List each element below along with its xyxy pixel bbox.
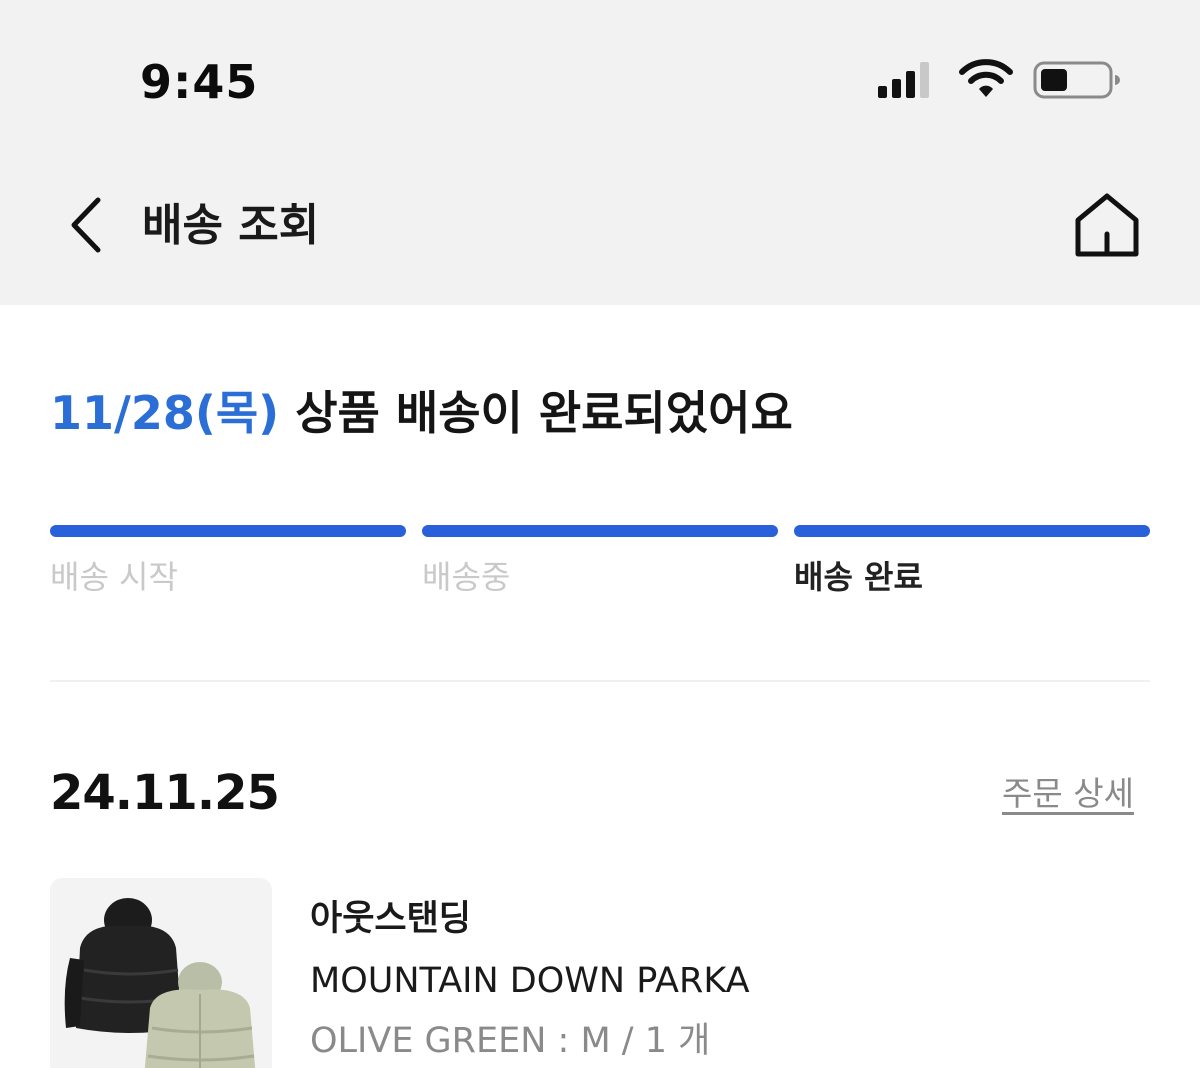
section-divider [50,680,1150,682]
delivery-message: 상품 배송이 완료되었어요 [295,386,793,440]
down-parka-image [64,898,256,1068]
wifi-icon [959,59,1013,97]
status-time: 9:45 [140,55,259,109]
step-label-start: 배송 시작 [50,558,178,596]
step-label-in-transit: 배송중 [422,558,511,596]
battery-icon [1033,61,1120,99]
progress-segment-complete [794,525,1150,537]
page-title: 배송 조회 [142,200,320,251]
product-option: OLIVE GREEN : M / 1 개 [310,1021,711,1061]
delivery-date: 11/28(목) [50,386,280,440]
order-date: 24.11.25 [50,765,280,821]
product-name[interactable]: MOUNTAIN DOWN PARKA [310,958,750,1004]
delivery-headline: 11/28(목) 상품 배송이 완료되었어요 [50,382,793,444]
product-image[interactable] [50,878,272,1068]
step-label-complete: 배송 완료 [794,558,923,596]
home-icon[interactable] [1070,190,1144,260]
order-detail-link[interactable]: 주문 상세 [1002,772,1134,816]
delivery-progress-bar [50,525,1150,539]
product-brand[interactable]: 아웃스탠딩 [310,896,471,942]
back-chevron-icon[interactable] [62,196,110,254]
signal-icon [878,62,929,98]
progress-segment-in-transit [422,525,778,537]
progress-segment-start [50,525,406,537]
top-bar: 9:45 배송 조회 [0,0,1200,305]
